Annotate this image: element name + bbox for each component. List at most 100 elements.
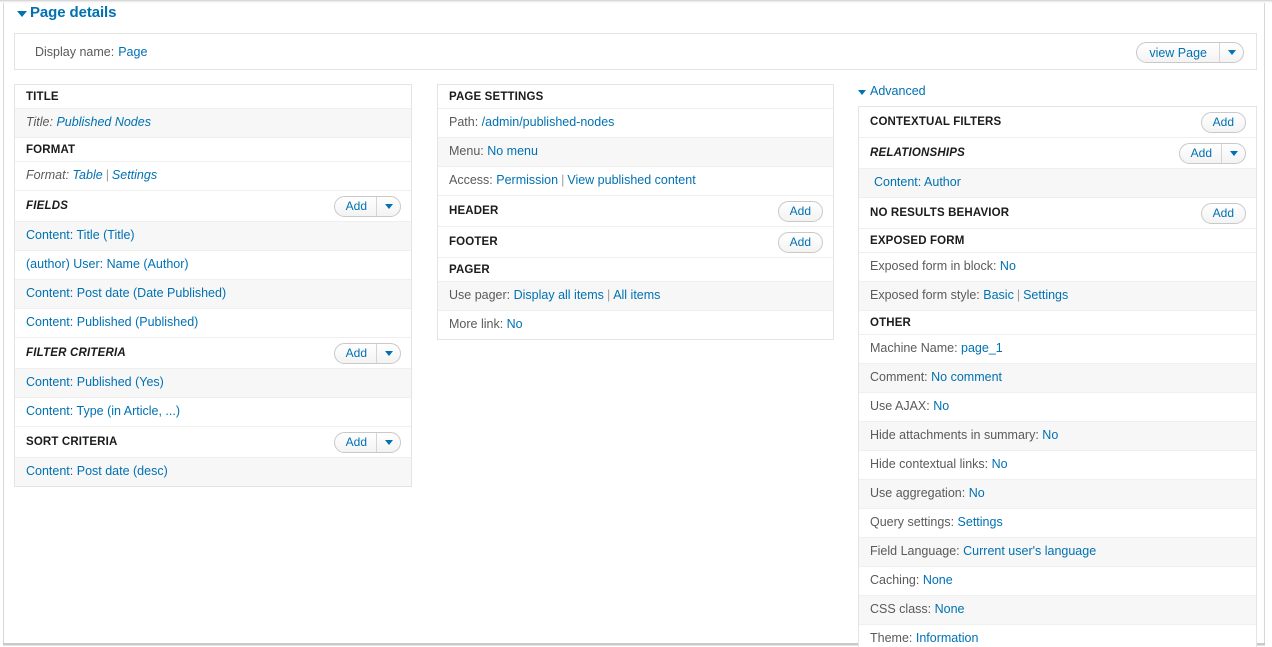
add-button[interactable]: Add [777,231,823,253]
list-item: Content: Type (in Article, ...) [15,398,411,427]
setting-row: More link: No [438,311,833,339]
list-item: Content: Published (Yes) [15,369,411,398]
setting-link[interactable]: (author) User: Name (Author) [26,257,189,271]
section-header: FIELDS Add [15,191,411,222]
setting-label: Caching: [870,573,923,587]
setting-link[interactable]: Content: Published (Yes) [26,375,164,389]
display-name-bar: Display name: Page view Page [14,33,1257,70]
setting-link[interactable]: None [935,602,965,616]
setting-label: Use aggregation: [870,486,969,500]
setting-link[interactable]: No [933,399,949,413]
setting-link[interactable]: Information [916,631,979,645]
setting-link[interactable]: No [992,457,1008,471]
section-title: FORMAT [26,143,76,156]
setting-link[interactable]: Content: Author [874,175,961,189]
setting-link[interactable]: Content: Post date (desc) [26,464,168,478]
add-button[interactable]: Add [1200,202,1246,224]
setting-row: CSS class: None [859,596,1256,625]
section-title: FOOTER [449,236,498,248]
setting-label: Use pager: [449,288,514,302]
setting-link[interactable]: Content: Post date (Date Published) [26,286,226,300]
add-button-label: Add [789,204,811,218]
setting-link[interactable]: page_1 [961,341,1003,355]
list-item: Content: Post date (desc) [15,458,411,486]
column-advanced: CONTEXTUAL FILTERS Add RELATIONSHIPS Add Con… [858,84,1257,647]
setting-link[interactable]: /admin/published-nodes [482,115,615,129]
add-button[interactable]: Add [1178,142,1246,164]
add-button[interactable]: Add [1200,111,1246,133]
setting-label: Exposed form in block: [870,259,1000,273]
caret-down-icon [384,203,393,209]
add-button-label: Add [1212,206,1234,220]
section-header: NO RESULTS BEHAVIOR Add [859,198,1256,229]
setting-link[interactable]: Content: Type (in Article, ...) [26,404,180,418]
add-button-label: Add [1212,115,1234,129]
setting-link[interactable]: Settings [112,168,157,182]
window-right-edge [1264,3,1265,644]
section-title: OTHER [870,316,911,329]
setting-link[interactable]: Content: Published (Published) [26,315,198,329]
add-button[interactable]: Add [333,431,401,453]
setting-label: Path: [449,115,482,129]
setting-row: Theme: Information [859,625,1256,647]
setting-link[interactable]: Settings [1023,288,1068,302]
setting-link[interactable]: None [923,573,953,587]
list-item: Content: Title (Title) [15,222,411,251]
add-button-label: Add [789,235,811,249]
add-button-dropdown-toggle[interactable] [376,343,400,363]
setting-link[interactable]: No [1042,428,1058,442]
setting-row: Use aggregation: No [859,480,1256,509]
setting-link[interactable]: Display all items [514,288,604,302]
setting-row: Hide attachments in summary: No [859,422,1256,451]
separator: | [1016,288,1021,302]
setting-link[interactable]: No [507,317,523,331]
setting-link[interactable]: No comment [931,370,1002,384]
caret-down-icon [17,11,27,17]
setting-link[interactable]: No menu [487,144,538,158]
setting-link[interactable]: No [1000,259,1016,273]
setting-label: Title: [26,115,57,129]
display-name-value[interactable]: Page [118,45,147,59]
page-details-header[interactable]: Page details [17,4,116,21]
section-header: EXPOSED FORM [859,229,1256,253]
section-header: PAGE SETTINGS [438,85,833,109]
add-button-dropdown-toggle[interactable] [376,196,400,216]
setting-link[interactable]: Permission [496,173,558,187]
add-button-dropdown-toggle[interactable] [376,432,400,452]
view-page-dropdown-toggle[interactable] [1219,43,1243,62]
column-page-settings: PAGE SETTINGS Path: /admin/published-node… [437,84,834,340]
setting-row: Access: Permission | View published conten… [438,167,833,196]
separator: | [606,288,611,302]
caret-down-icon [384,439,393,445]
add-button-label: Add [345,199,367,213]
list-item: Content: Post date (Date Published) [15,280,411,309]
add-button-dropdown-toggle[interactable] [1221,143,1245,163]
section-title: PAGER [449,263,490,276]
setting-row: Format: Table | Settings [15,162,411,191]
setting-link[interactable]: Content: Title (Title) [26,228,135,242]
setting-label: Menu: [449,144,488,158]
caret-down-icon [1229,150,1238,156]
view-page-button[interactable]: view Page [1136,42,1244,63]
add-button[interactable]: Add [333,342,401,364]
separator: | [105,168,109,182]
setting-label: CSS class: [870,602,935,616]
setting-link[interactable]: Settings [958,515,1003,529]
setting-label: More link: [449,317,507,331]
setting-link[interactable]: Published Nodes [56,115,151,129]
setting-link[interactable]: View published content [567,173,695,187]
section-header: OTHER [859,311,1256,335]
setting-link[interactable]: No [969,486,985,500]
add-button[interactable]: Add [777,200,823,222]
window-left-edge [3,3,4,644]
section-title: FIELDS [26,200,69,212]
setting-link[interactable]: Current user's language [963,544,1096,558]
setting-link[interactable]: All items [613,288,660,302]
setting-link[interactable]: Basic [983,288,1014,302]
setting-label: Field Language: [870,544,964,558]
section-header: CONTEXTUAL FILTERS Add [859,107,1256,138]
setting-row: Use AJAX: No [859,393,1256,422]
add-button[interactable]: Add [333,195,401,217]
setting-link[interactable]: Table [73,168,103,182]
setting-row: Exposed form in block: No [859,253,1256,282]
